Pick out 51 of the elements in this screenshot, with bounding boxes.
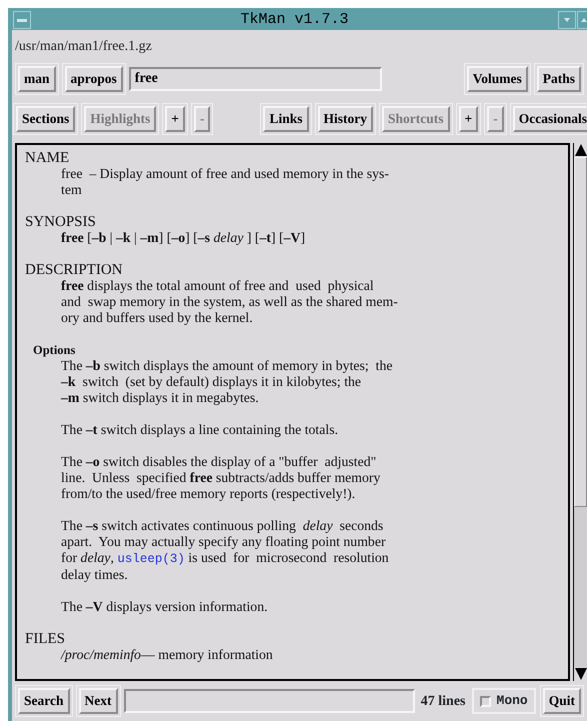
- subsection-heading: Options: [33, 342, 76, 358]
- minimize-icon[interactable]: [558, 11, 576, 29]
- text-fragment: for delay,: [61, 550, 115, 565]
- man-page-link[interactable]: usleep(3): [117, 552, 185, 566]
- text-line: The –b switch displays the amount of memory in bytes; the: [60, 358, 394, 374]
- section-heading: DESCRIPTION: [25, 262, 124, 278]
- maximize-icon[interactable]: [577, 11, 587, 29]
- window-title: TkMan v1.7.3: [239, 10, 350, 30]
- text-line: line. Unless specified free subtracts/adds buffer memory: [60, 470, 382, 486]
- mono-checkbox[interactable]: Mono: [472, 688, 536, 714]
- toolbar-button[interactable]: man: [18, 66, 56, 92]
- next-button[interactable]: Next: [78, 688, 118, 714]
- toolbar-button[interactable]: Links: [263, 106, 309, 132]
- toolbar-button[interactable]: History: [318, 106, 374, 132]
- text-line: from/to the used/free memory reports (respectively!).: [60, 486, 356, 502]
- toolbar-button[interactable]: +: [458, 106, 478, 132]
- line-count: 47 lines: [420, 692, 466, 710]
- scroll-down-icon[interactable]: [574, 667, 587, 681]
- text-line: apart. You may actually specify any floating point number: [60, 534, 387, 550]
- text-line: delay times.: [60, 567, 129, 583]
- window-menu-icon[interactable]: [13, 11, 31, 30]
- search-button[interactable]: Search: [18, 688, 70, 714]
- find-field[interactable]: [124, 689, 415, 713]
- toolbar-button[interactable]: Occasionals: [512, 106, 587, 132]
- scrollbar-thumb[interactable]: [574, 157, 587, 507]
- text-line: ory and buffers used by the kernel.: [60, 310, 254, 326]
- section-heading: FILES: [25, 631, 66, 647]
- section-heading: NAME: [25, 150, 70, 166]
- text-line: /proc/meminfo–– memory information: [60, 647, 274, 663]
- toolbar-button[interactable]: +: [165, 106, 185, 132]
- toolbar-button[interactable]: Paths: [536, 66, 581, 92]
- text-line: and swap memory in the system, as well as the shared mem-: [60, 294, 399, 310]
- scroll-up-icon[interactable]: [574, 143, 587, 157]
- section-heading: SYNOPSIS: [25, 214, 97, 230]
- text-line: –m switch displays it in megabytes.: [60, 390, 260, 406]
- text-line: –k switch (set by default) displays it in kilobytes; the: [60, 374, 362, 390]
- text-line: The –o switch disables the display of a "buffer adjusted": [60, 454, 378, 470]
- file-path: /usr/man/man1/free.1.gz: [15, 38, 153, 56]
- text-line: The –V displays version information.: [60, 599, 269, 615]
- text-line: free [–b | –k | –m] [–o] [–s delay ] [–t] [–V]: [60, 230, 306, 246]
- text-line: free displays the total amount of free and used physical: [60, 278, 375, 294]
- text-line: The –s switch activates continuous polling delay seconds: [60, 518, 384, 534]
- search-field[interactable]: free: [128, 67, 382, 91]
- text-line: free – Display amount of free and used memory in the sys-: [60, 166, 390, 182]
- text-line: The –t switch displays a line containing the totals.: [60, 422, 340, 438]
- text-line: tem: [60, 182, 83, 198]
- toolbar-button[interactable]: Volumes: [466, 66, 528, 92]
- toolbar-button[interactable]: apropos: [64, 66, 123, 92]
- toolbar-button[interactable]: Sections: [16, 106, 76, 132]
- text-fragment: is used for microsecond resolution: [187, 550, 389, 565]
- quit-button[interactable]: Quit: [542, 688, 581, 714]
